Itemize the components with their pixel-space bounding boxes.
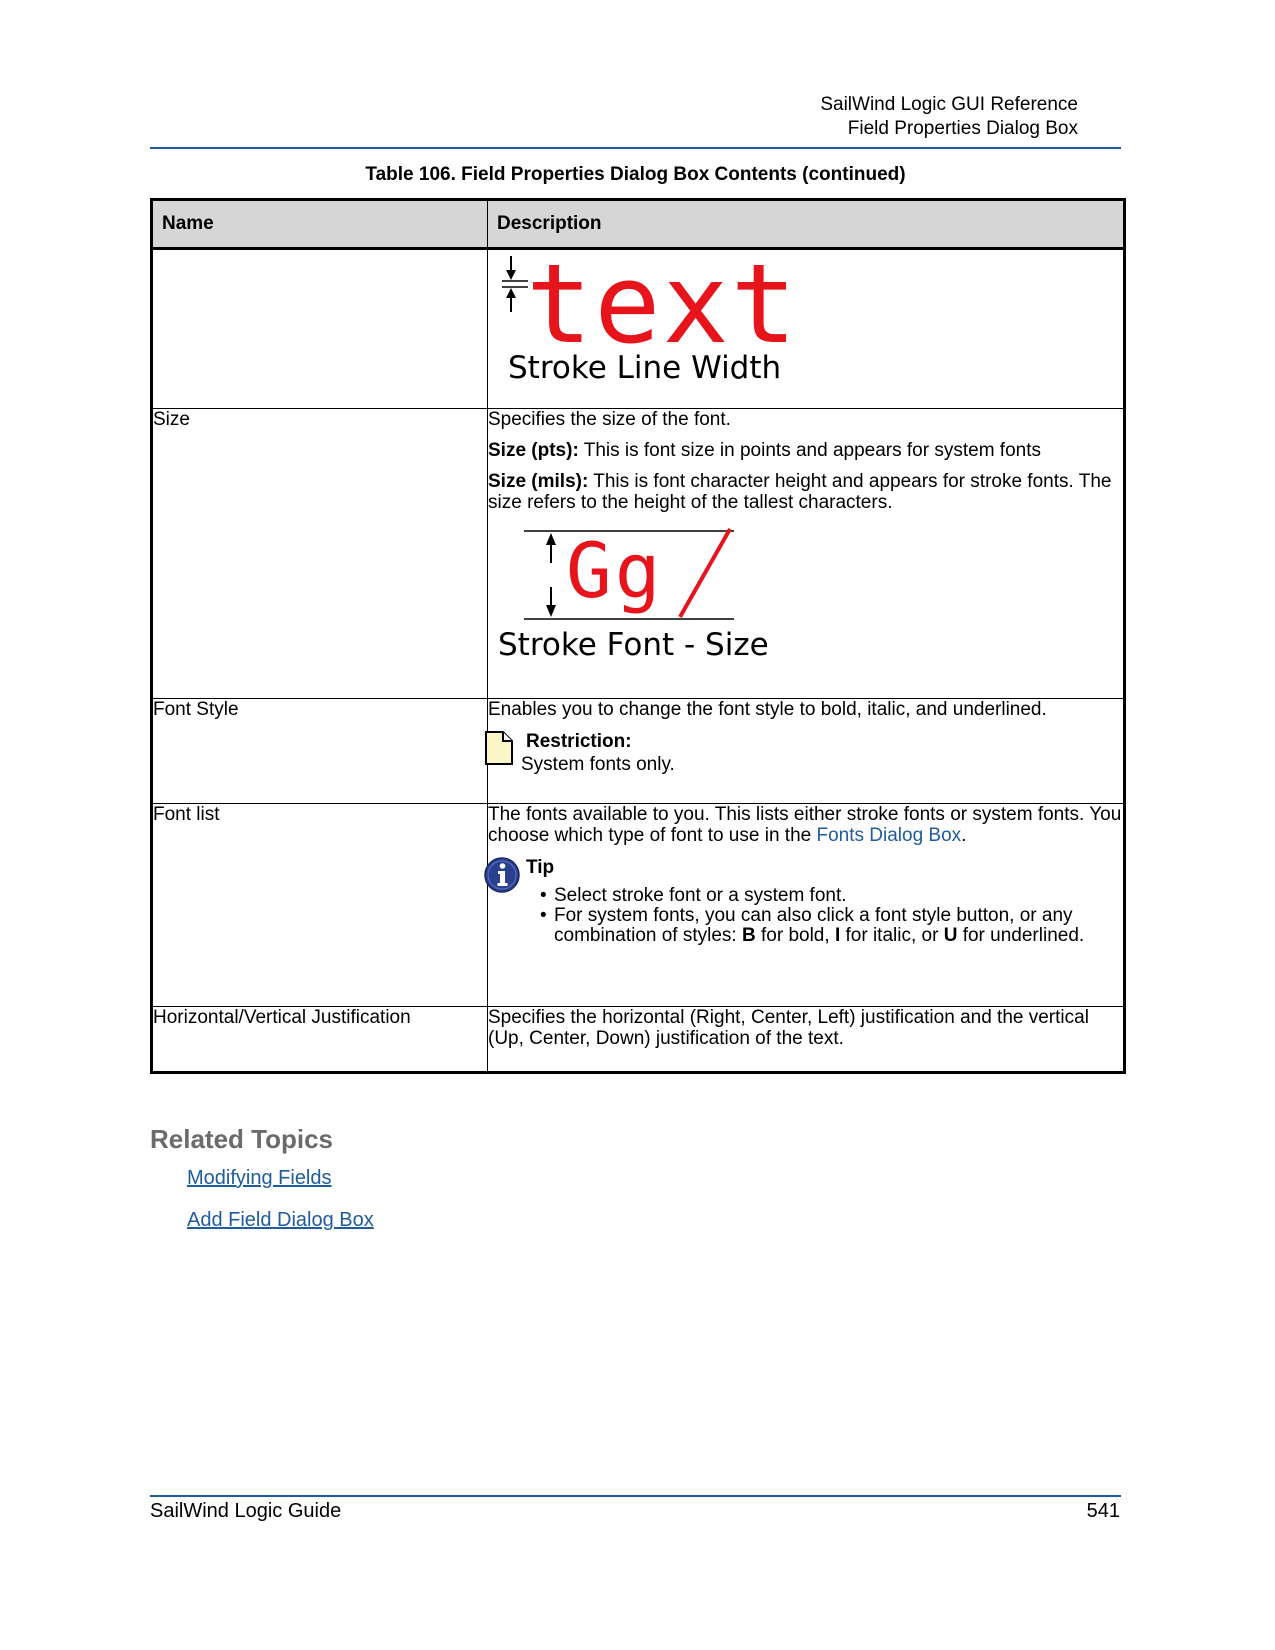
name-cell: Horizontal/Vertical Justification: [151, 1006, 488, 1073]
footer-guide-title: SailWind Logic Guide: [150, 1500, 342, 1522]
table-caption: Table 106. Field Properties Dialog Box C…: [365, 164, 906, 185]
font-list-desc-text: The fonts available to you. This lists e…: [488, 804, 1122, 846]
font-list-desc: The fonts available to you. This lists e…: [488, 804, 1123, 846]
stroke-line-width-figure: text Stroke Line Width: [502, 250, 796, 386]
figure-caption: Stroke Line Width: [508, 350, 781, 386]
description-cell: Specifies the size of the font. Size (pt…: [487, 408, 1125, 699]
table-row: Font list The fonts available to you. Th…: [151, 803, 1125, 1007]
tip-note: Tip Select stroke font or a system font.…: [484, 856, 1123, 946]
footer-rule: [150, 1495, 1121, 1497]
size-pts: Size (pts): This is font size in points …: [488, 440, 1123, 461]
field-properties-table: Name Description text Stroke Line Width: [150, 198, 1126, 1074]
column-header-name: Name: [151, 199, 488, 250]
table-row: Font Style Enables you to change the fon…: [151, 698, 1125, 804]
size-pts-text: This is font size in points and appears …: [578, 440, 1041, 461]
name-cell: [151, 248, 488, 409]
column-header-description: Description: [487, 199, 1125, 250]
add-field-dialog-box-link[interactable]: Add Field Dialog Box: [187, 1209, 374, 1232]
description-cell: Specifies the horizontal (Right, Center,…: [487, 1006, 1125, 1073]
arrow-down-icon: [546, 587, 556, 617]
description-cell: The fonts available to you. This lists e…: [484, 803, 1125, 1007]
restriction-title: Restriction:: [526, 731, 632, 752]
table-row: text Stroke Line Width: [151, 248, 1125, 409]
tip-list: Select stroke font or a system font. For…: [488, 886, 1123, 946]
name-cell: Font list: [151, 803, 488, 1007]
tip2-text: for underlined.: [957, 925, 1085, 946]
page-number: 541: [1086, 1500, 1120, 1522]
tip-title: Tip: [526, 857, 555, 878]
header-rule: [150, 147, 1121, 149]
name-cell: Size: [151, 408, 488, 699]
description-cell: Enables you to change the font style to …: [485, 698, 1125, 804]
arrow-up-icon: [506, 288, 516, 312]
justification-desc: Specifies the horizontal (Right, Center,…: [488, 1007, 1089, 1049]
running-header-title: SailWind Logic GUI Reference: [820, 94, 1078, 115]
figure-caption: Stroke Font - Size: [498, 627, 769, 663]
tip2-text: for italic, or: [840, 925, 944, 946]
list-item: Select stroke font or a system font.: [540, 886, 1123, 907]
running-header-section: Field Properties Dialog Box: [847, 118, 1078, 139]
size-intro: Specifies the size of the font.: [488, 409, 731, 430]
font-list-desc-end: .: [961, 825, 967, 846]
size-pts-label: Size (pts):: [488, 440, 579, 461]
note-icon: [485, 731, 513, 765]
related-topics-heading: Related Topics: [150, 1124, 334, 1154]
fonts-dialog-box-link[interactable]: Fonts Dialog Box: [816, 825, 961, 846]
stroke-font-size-figure: Gg Stroke Font - Size: [498, 526, 769, 663]
table-header-row: Name Description: [151, 199, 1125, 250]
tip2-text: for bold,: [755, 925, 835, 946]
tip2-underline: U: [943, 925, 958, 946]
table-row: Horizontal/Vertical Justification Specif…: [151, 1006, 1125, 1073]
modifying-fields-link[interactable]: Modifying Fields: [187, 1167, 332, 1190]
list-item: For system fonts, you can also click a f…: [540, 906, 1123, 946]
restriction-note: Restriction: System fonts only.: [485, 730, 1123, 775]
size-mils-label: Size (mils):: [488, 471, 589, 492]
arrow-up-icon: [546, 533, 556, 563]
table-row: Size Specifies the size of the font. Siz…: [151, 408, 1125, 699]
size-mils: Size (mils): This is font character heig…: [488, 471, 1123, 513]
tip2-bold: B: [741, 925, 756, 946]
font-style-desc: Enables you to change the font style to …: [488, 699, 1047, 720]
info-icon: [484, 857, 520, 893]
arrow-down-icon: [506, 256, 516, 280]
name-cell: Font Style: [151, 698, 488, 804]
restriction-body: System fonts only.: [521, 754, 675, 775]
description-cell: text Stroke Line Width: [487, 248, 1125, 409]
figure-glyphs: Gg: [566, 526, 664, 615]
